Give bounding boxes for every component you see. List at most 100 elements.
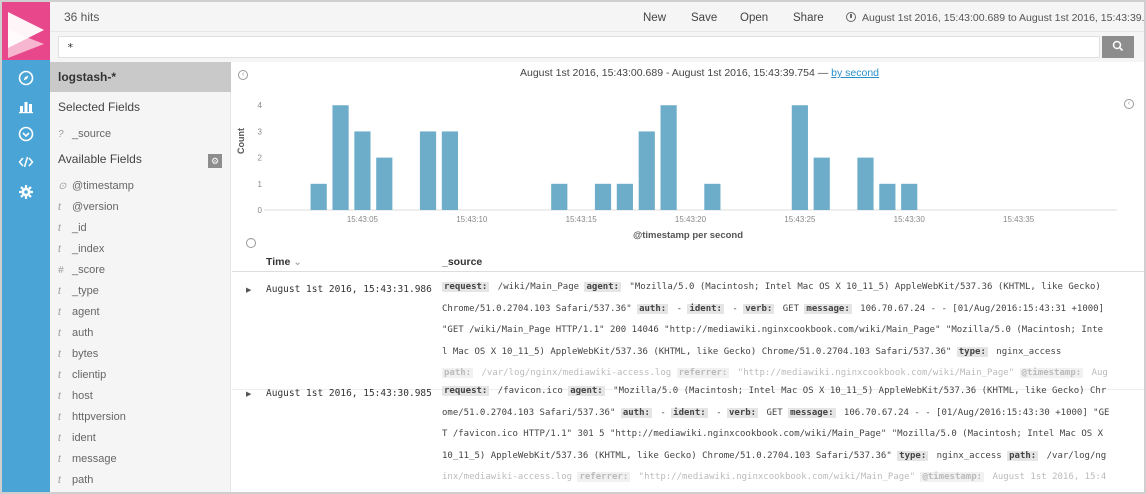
share-button[interactable]: Share (793, 12, 824, 24)
source-field-value: GET (761, 407, 789, 418)
field-item-agent[interactable]: t agent (58, 306, 100, 318)
management-gear-icon[interactable] (18, 184, 34, 200)
field-item-httpversion[interactable]: t httpversion (58, 411, 126, 423)
field-item-ident[interactable]: t ident (58, 432, 96, 444)
source-field-value: Chrome/51.0.2704.103 Safari/537.36" (442, 303, 638, 314)
field-name: clientip (72, 369, 107, 381)
histogram-bar[interactable] (551, 183, 568, 210)
source-field-key: message: (788, 407, 836, 418)
histogram-bar[interactable] (616, 183, 633, 210)
histogram-bar[interactable] (594, 183, 612, 210)
left-nav (2, 2, 50, 492)
source-field-value: T /favicon.ico HTTP/1.1" 301 5 "http://m… (442, 429, 1104, 439)
visualize-bar-chart-icon[interactable] (18, 98, 34, 114)
histogram-bar[interactable] (419, 131, 437, 210)
field-item-host[interactable]: t host (58, 390, 93, 402)
search-button[interactable] (1102, 36, 1134, 58)
new-search-button[interactable]: New (643, 12, 666, 24)
dashboard-gauge-icon[interactable] (18, 126, 34, 142)
faded-overflow: Aug (1086, 368, 1108, 378)
source-field-key: request: (442, 282, 490, 292)
field-name: bytes (72, 348, 99, 360)
available-fields-title: Available Fields (58, 152, 142, 166)
histogram-bar[interactable] (441, 131, 459, 210)
source-line: request: /wiki/Main_Page agent: "Mozilla… (442, 277, 1132, 299)
expand-row-icon[interactable]: ▶ (246, 286, 251, 294)
histogram-bar[interactable] (901, 183, 918, 210)
faded-overflow: referrer: (676, 368, 733, 378)
field-item-timestamp[interactable]: ⊙ @timestamp (58, 180, 134, 192)
field-item-clientip[interactable]: t clientip (58, 369, 106, 381)
search-input[interactable]: * (58, 36, 1100, 58)
source-field-value: 106.70.67.24 - - [01/Aug/2016:15:43:31 +… (854, 303, 1105, 314)
dev-tools-code-icon[interactable] (18, 154, 34, 170)
histogram-bar[interactable] (376, 157, 393, 210)
source-field-value: - (710, 407, 727, 418)
histogram-bar[interactable] (354, 131, 371, 210)
row-source: request: /wiki/Main_Page agent: "Mozilla… (442, 277, 1132, 385)
source-field-value: - (726, 303, 744, 314)
save-search-button[interactable]: Save (691, 12, 717, 24)
faded-overflow: @timestamp: (1019, 368, 1087, 378)
source-line: Chrome/51.0.2704.103 Safari/537.36" auth… (442, 299, 1132, 321)
source-field-key: ident: (687, 303, 724, 314)
x-tick-label: 15:43:35 (1003, 215, 1035, 224)
time-picker[interactable]: August 1st 2016, 15:43:00.689 to August … (846, 12, 1146, 24)
source-field-key: referrer: (577, 472, 631, 482)
selected-fields-title: Selected Fields (58, 100, 141, 114)
field-item-auth[interactable]: t auth (58, 327, 93, 339)
table-row[interactable]: ▶ August 1st 2016, 15:43:30.985 request: /… (232, 382, 1144, 492)
expand-row-icon[interactable]: ▶ (246, 390, 251, 398)
source-field-value: "Mozilla/5.0 (Macintosh; Intel Mac OS X … (624, 282, 1101, 292)
y-tick-label: 4 (258, 101, 263, 110)
histogram-bar[interactable] (791, 105, 808, 210)
time-header-label: Time (266, 256, 291, 268)
field-item-index[interactable]: t _index (58, 243, 104, 255)
field-name: auth (72, 327, 94, 339)
field-type-icon: t (58, 286, 61, 297)
field-item-id[interactable]: t _id (58, 222, 87, 234)
collapse-chart-icon[interactable]: ˆ (246, 238, 256, 248)
top-nav-bar: 36 hits New Save Open Share August 1st 2… (50, 2, 1144, 32)
field-item-path[interactable]: t path (58, 474, 93, 486)
field-item-source[interactable]: ? _source (58, 128, 111, 140)
field-name: @timestamp (72, 180, 134, 192)
histogram-bar[interactable] (332, 105, 349, 210)
field-type-icon: t (58, 223, 61, 234)
field-type-icon: t (58, 433, 61, 444)
kibana-logo[interactable] (2, 2, 50, 60)
y-axis-label: Count (236, 128, 246, 154)
index-pattern-selector[interactable]: logstash-* (50, 62, 231, 92)
open-search-button[interactable]: Open (740, 12, 768, 24)
field-item-version[interactable]: t @version (58, 201, 119, 213)
field-settings-gear-icon[interactable]: ⚙ (208, 154, 222, 168)
time-column-header[interactable]: Time ⌄ (266, 256, 302, 268)
discover-compass-icon[interactable] (18, 70, 34, 86)
histogram-bar[interactable] (660, 105, 677, 210)
histogram-bar[interactable] (857, 157, 874, 210)
field-item-message[interactable]: t message (58, 453, 117, 465)
histogram-bar[interactable] (704, 183, 721, 210)
histogram-bar[interactable] (310, 183, 327, 210)
field-item-type[interactable]: t _type (58, 285, 99, 297)
field-item-score[interactable]: # _score (58, 264, 105, 276)
histogram-bar[interactable] (638, 131, 655, 210)
x-tick-label: 15:43:15 (566, 215, 598, 224)
faded-overflow: August 1st 2016, 15:4 (987, 472, 1106, 482)
field-item-bytes[interactable]: t bytes (58, 348, 98, 360)
field-type-icon: t (58, 475, 61, 486)
x-tick-label: 15:43:20 (675, 215, 707, 224)
source-field-value: /favicon.ico (492, 386, 569, 396)
time-range-text: August 1st 2016, 15:43:00.689 to August … (862, 12, 1146, 24)
source-field-value: GET (777, 303, 805, 314)
field-type-icon: t (58, 391, 61, 402)
source-line: inx/mediawiki-access.log referrer: "http… (442, 467, 1132, 489)
source-field-value: Aug (1086, 368, 1108, 378)
sort-caret-icon: ⌄ (293, 256, 303, 268)
faded-overflow: "http://mediawiki.nginxcookbook.com/wiki… (633, 472, 920, 482)
source-field-key: path: (1007, 450, 1039, 461)
histogram-bar[interactable] (813, 157, 830, 210)
histogram-bar[interactable] (879, 183, 896, 210)
clock-icon (846, 12, 856, 22)
table-row[interactable]: ▶ August 1st 2016, 15:43:31.986 request: /… (232, 278, 1144, 390)
